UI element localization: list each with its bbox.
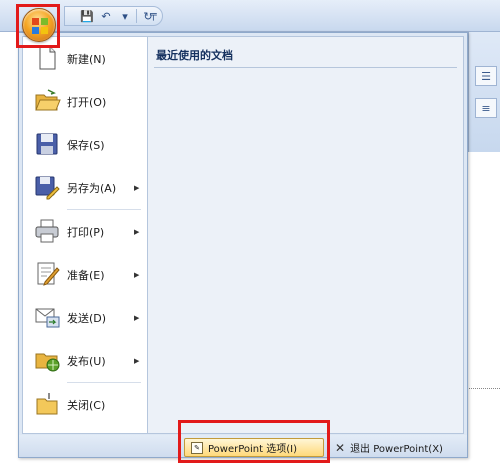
close-icon: ✕ [335,440,346,455]
prepare-icon [37,262,60,286]
application-menu: 新建(N) 打开(O) 保存(S) 另存为(A) ▶ 打印(P) ▶ 准备(E)… [18,32,468,458]
menu-item-send[interactable]: 发送(D) ▶ [23,296,147,339]
dropdown-arrow-icon[interactable]: ▾ [117,8,133,24]
menu-item-print[interactable]: 打印(P) ▶ [23,210,147,253]
bullets-icon[interactable]: ☰ [475,66,497,86]
save-icon[interactable]: 💾 [79,8,95,24]
menu-item-label: 准备(E) [67,268,105,282]
menu-command-list: 新建(N) 打开(O) 保存(S) 另存为(A) ▶ 打印(P) ▶ 准备(E)… [22,36,148,434]
toolbar-divider [136,9,137,23]
menu-item-label: 发布(U) [67,354,106,368]
undo-icon[interactable]: ↶ [98,8,114,24]
save-disk-icon [36,133,58,155]
exit-button-label: 退出 PowerPoint(X) [350,444,443,455]
slide-placeholder-border [466,388,500,389]
menu-item-label: 新建(N) [67,52,106,66]
customize-toolbar-icon[interactable]: ╤ [150,8,157,21]
options-button-highlight [178,420,330,463]
recent-documents-title: 最近使用的文档 [156,49,233,62]
menu-item-label: 另存为(A) [67,181,117,195]
send-icon [35,308,60,328]
ribbon-edge: ☰ ≡ [468,32,500,152]
menu-item-label: 保存(S) [67,138,105,152]
menu-item-close[interactable]: 关闭(C) [23,383,147,426]
menu-item-save[interactable]: 保存(S) [23,123,147,166]
submenu-arrow-icon: ▶ [134,270,140,279]
office-button-highlight [16,4,60,48]
exit-powerpoint-button[interactable]: ✕ 退出 PowerPoint(X) [333,438,467,457]
quick-access-toolbar-bar: 💾 ↶ ▾ ↻ ╤ [0,0,500,32]
quick-access-toolbar: 💾 ↶ ▾ ↻ [64,6,163,26]
align-icon[interactable]: ≡ [475,98,497,118]
menu-item-label: 发送(D) [67,311,107,325]
printer-icon [35,219,59,243]
recent-documents-divider [154,67,457,68]
menu-item-publish[interactable]: 发布(U) ▶ [23,339,147,382]
recent-documents-pane: 最近使用的文档 [148,36,464,434]
menu-item-open[interactable]: 打开(O) [23,80,147,123]
menu-item-label: 打印(P) [67,225,105,239]
new-document-icon [39,46,56,70]
submenu-arrow-icon: ▶ [134,356,140,365]
submenu-arrow-icon: ▶ [134,313,140,322]
publish-icon [35,353,60,372]
menu-item-label: 打开(O) [67,95,107,109]
submenu-arrow-icon: ▶ [134,227,140,236]
menu-item-label: 关闭(C) [67,398,106,412]
menu-item-prepare[interactable]: 准备(E) ▶ [23,253,147,296]
save-as-icon [35,176,60,200]
close-folder-icon [36,393,58,415]
menu-item-save-as[interactable]: 另存为(A) ▶ [23,166,147,209]
submenu-arrow-icon: ▶ [134,183,140,192]
open-folder-icon [35,89,61,111]
